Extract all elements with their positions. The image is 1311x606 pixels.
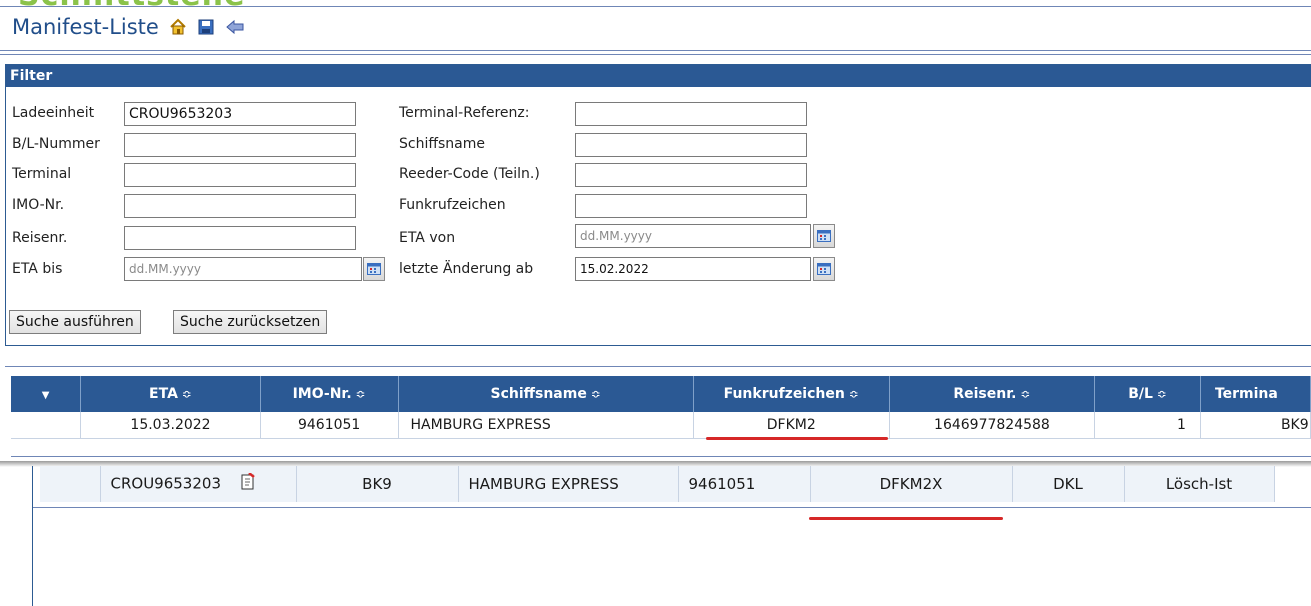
eta-header-label: ETA xyxy=(149,386,178,402)
ladeeinheit-label: Ladeeinheit xyxy=(12,105,95,121)
lower-results-panel: CROU9653203 BK9 HAMBURG EXPRESS 9461051 … xyxy=(32,466,1311,606)
letzte-aenderung-input[interactable] xyxy=(575,257,811,281)
code-cell: DKL xyxy=(1012,466,1125,502)
reeder-code-input[interactable] xyxy=(575,163,807,187)
sort-icon[interactable]: ≎ xyxy=(591,387,601,401)
imo-cell: 9461051 xyxy=(678,466,811,502)
row-select-cell[interactable] xyxy=(11,412,82,439)
letzte-aenderung-label: letzte Änderung ab xyxy=(399,261,534,277)
schiffsname-column-header[interactable]: Schiffsname ≎ xyxy=(398,376,694,412)
back-arrow-icon[interactable] xyxy=(225,18,244,36)
eta-cell: 15.03.2022 xyxy=(80,412,261,439)
terminal-column-header[interactable]: Termina xyxy=(1200,376,1311,412)
home-icon[interactable] xyxy=(169,18,187,36)
filter-grid-divider xyxy=(5,366,1311,367)
reisenr-column-header[interactable]: Reisenr. ≎ xyxy=(889,376,1096,412)
schiffsname-header-label: Schiffsname xyxy=(490,386,587,402)
schiffsname-cell: HAMBURG EXPRESS xyxy=(458,466,679,502)
schiffsname-cell: HAMBURG EXPRESS xyxy=(398,412,694,439)
terminal-cell: BK9 xyxy=(1200,412,1311,439)
ladeeinheit-cell: CROU9653203 xyxy=(100,466,297,502)
sort-icon[interactable]: ≎ xyxy=(1157,387,1167,401)
schiffsname-input[interactable] xyxy=(575,133,807,157)
grid-bottom-divider xyxy=(11,456,1311,457)
column-menu-header[interactable]: ▼ xyxy=(11,376,82,412)
bl-header-label: B/L xyxy=(1128,386,1153,402)
results-table: ▼ ETA ≎ IMO-Nr. ≎ Schiffsname ≎ Funkrufzeic… xyxy=(11,376,1311,439)
terminal-referenz-input[interactable] xyxy=(575,102,807,126)
reeder-code-label: Reeder-Code (Teiln.) xyxy=(399,166,540,182)
letzte-aenderung-calendar-icon[interactable] xyxy=(813,257,835,281)
filter-title-bar: Filter xyxy=(6,65,1311,87)
bl-column-header[interactable]: B/L ≎ xyxy=(1094,376,1201,412)
reisenr-input[interactable] xyxy=(124,226,356,250)
page-title: Manifest-Liste xyxy=(12,15,159,39)
save-icon[interactable] xyxy=(197,18,215,36)
funkrufzeichen-input[interactable] xyxy=(575,194,807,218)
bl-cell: 1 xyxy=(1094,412,1201,439)
eta-von-calendar-icon[interactable] xyxy=(813,224,835,248)
ladeeinheit-input[interactable] xyxy=(124,102,356,126)
sort-icon[interactable]: ≎ xyxy=(182,387,192,401)
imo-cell: 9461051 xyxy=(260,412,399,439)
lower-panel-divider xyxy=(33,507,1311,508)
eta-bis-calendar-icon[interactable] xyxy=(363,257,385,281)
filter-panel: Filter Ladeeinheit B/L-Nummer Terminal I… xyxy=(5,64,1311,346)
eta-bis-input[interactable] xyxy=(124,257,362,281)
table-row[interactable]: CROU9653203 BK9 HAMBURG EXPRESS 9461051 … xyxy=(40,466,1275,502)
reisenr-cell: 1646977824588 xyxy=(889,412,1096,439)
imo-nr-input[interactable] xyxy=(124,194,356,218)
highlight-underline-upper xyxy=(706,437,888,440)
imo-header-label: IMO-Nr. xyxy=(292,386,352,402)
eta-von-input[interactable] xyxy=(575,224,811,248)
reset-search-button[interactable]: Suche zurücksetzen xyxy=(173,310,328,334)
search-button[interactable]: Suche ausführen xyxy=(9,310,141,334)
header-divider-secondary xyxy=(0,54,1311,55)
chevron-down-icon[interactable]: ▼ xyxy=(42,390,50,401)
results-grid: ▼ ETA ≎ IMO-Nr. ≎ Schiffsname ≎ Funkrufzeic… xyxy=(11,376,1311,457)
ladeeinheit-value: CROU9653203 xyxy=(110,474,222,493)
imo-column-header[interactable]: IMO-Nr. ≎ xyxy=(260,376,399,412)
sort-icon[interactable]: ≎ xyxy=(356,387,366,401)
funkrufzeichen-column-header[interactable]: Funkrufzeichen ≎ xyxy=(693,376,890,412)
eta-bis-label: ETA bis xyxy=(12,261,63,277)
terminal-label: Terminal xyxy=(12,166,72,182)
highlight-underline-lower xyxy=(809,517,1003,520)
sort-icon[interactable]: ≎ xyxy=(1020,387,1030,401)
funkrufzeichen-label: Funkrufzeichen xyxy=(399,197,506,213)
funkrufzeichen-header-label: Funkrufzeichen xyxy=(723,386,845,402)
reisenr-label: Reisenr. xyxy=(12,230,68,246)
eta-column-header[interactable]: ETA ≎ xyxy=(80,376,261,412)
terminal-cell: BK9 xyxy=(296,466,459,502)
imo-nr-label: IMO-Nr. xyxy=(12,197,65,213)
header-divider xyxy=(0,50,1311,51)
funkrufzeichen-cell: DFKM2 xyxy=(693,412,890,439)
terminal-referenz-label: Terminal-Referenz: xyxy=(399,105,530,121)
status-cell: Lösch-Ist xyxy=(1124,466,1275,502)
table-row[interactable]: 15.03.2022 9461051 HAMBURG EXPRESS DFKM2… xyxy=(11,412,1311,439)
funkrufzeichen-cell: DFKM2X xyxy=(810,466,1013,502)
top-divider xyxy=(0,6,1311,7)
lower-results-table: CROU9653203 BK9 HAMBURG EXPRESS 9461051 … xyxy=(40,466,1275,502)
eta-von-label: ETA von xyxy=(399,230,456,246)
schiffsname-label: Schiffsname xyxy=(399,136,485,152)
document-edit-icon[interactable] xyxy=(240,472,256,495)
terminal-header-label: Termina xyxy=(1214,386,1278,402)
terminal-input[interactable] xyxy=(124,163,356,187)
bl-nummer-input[interactable] xyxy=(124,133,356,157)
sort-icon[interactable]: ≎ xyxy=(849,387,859,401)
row-select-cell[interactable] xyxy=(40,466,101,502)
page-header: Manifest-Liste xyxy=(12,15,244,39)
bl-nummer-label: B/L-Nummer xyxy=(12,136,100,152)
reisenr-header-label: Reisenr. xyxy=(953,386,1017,402)
